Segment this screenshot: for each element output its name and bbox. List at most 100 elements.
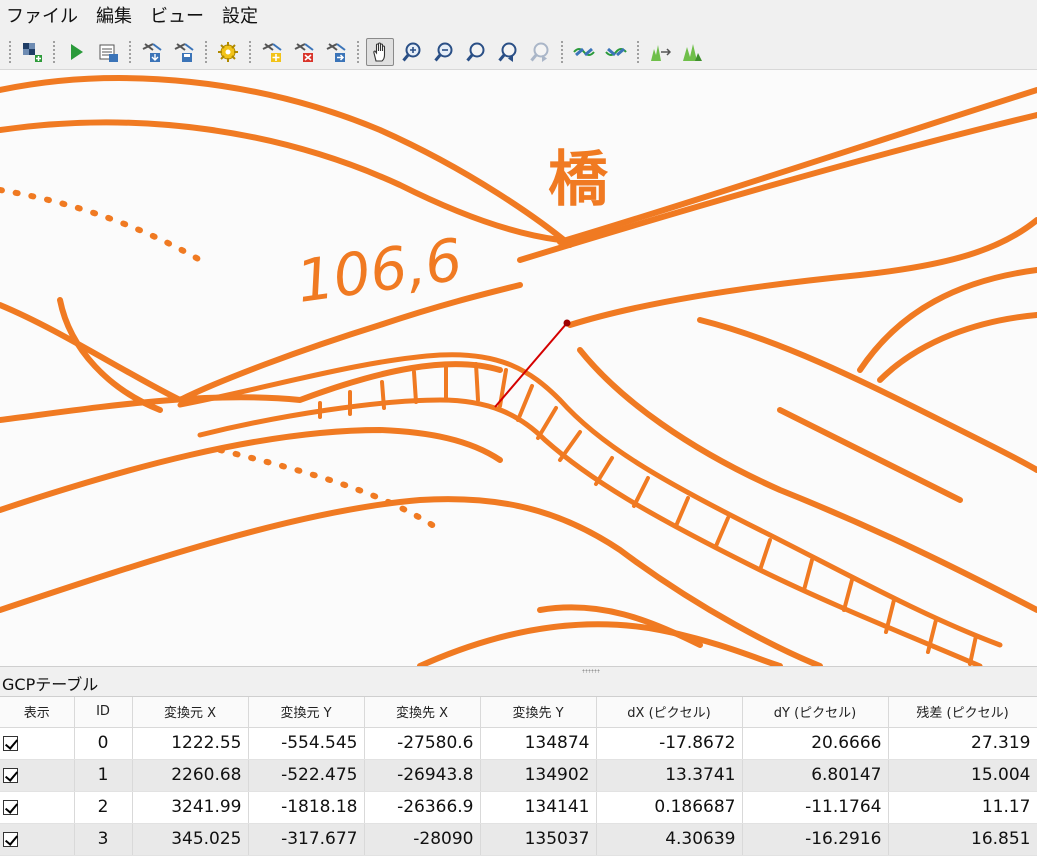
column-header[interactable]: dY (ピクセル) bbox=[742, 697, 889, 728]
zoom-out-button[interactable] bbox=[430, 38, 458, 66]
menu-file[interactable]: ファイル bbox=[6, 0, 78, 34]
column-header[interactable]: ID bbox=[74, 697, 133, 728]
column-header[interactable]: dX (ピクセル) bbox=[596, 697, 743, 728]
link-georeferencer-to-qgis-icon bbox=[573, 47, 595, 56]
panel-splitter[interactable] bbox=[0, 666, 1037, 674]
zoom-last-button[interactable] bbox=[494, 38, 522, 66]
gcp-row[interactable]: 0 1222.55 -554.545 -27580.6 134874 -17.8672 20… bbox=[0, 727, 1037, 760]
column-header[interactable]: 変換元 Y bbox=[248, 697, 365, 728]
embankment-bead bbox=[594, 456, 614, 486]
column-header[interactable]: 変換先 X bbox=[364, 697, 481, 728]
toolbar-grip[interactable] bbox=[52, 39, 56, 64]
splitter-grip bbox=[582, 669, 600, 673]
cell-src-y[interactable]: -522.475 bbox=[248, 759, 365, 792]
cell-residual[interactable]: 15.004 bbox=[888, 759, 1037, 792]
cell-dy[interactable]: -16.2916 bbox=[742, 823, 889, 856]
enabled-checkbox[interactable] bbox=[3, 831, 18, 847]
cell-src-y[interactable]: -554.545 bbox=[248, 727, 365, 760]
cell-dst-y[interactable]: 134902 bbox=[480, 759, 597, 792]
link-qgis-to-georeferencer-button[interactable] bbox=[602, 38, 630, 66]
cell-dy[interactable]: -11.1764 bbox=[742, 791, 889, 824]
move-gcp-point-button[interactable] bbox=[322, 38, 350, 66]
cell-dst-x[interactable]: -27580.6 bbox=[364, 727, 481, 760]
link-georeferencer-to-qgis-button[interactable] bbox=[570, 38, 598, 66]
column-header[interactable]: 変換元 X bbox=[132, 697, 249, 728]
cell-src-y[interactable]: -317.677 bbox=[248, 823, 365, 856]
cell-residual[interactable]: 27.319 bbox=[888, 727, 1037, 760]
menu-edit[interactable]: 編集 bbox=[96, 0, 132, 34]
cell-id[interactable]: 0 bbox=[74, 727, 133, 760]
cell-src-x[interactable]: 1222.55 bbox=[132, 727, 249, 760]
toolbar-grip[interactable] bbox=[128, 39, 132, 64]
save-gcp-points-button[interactable] bbox=[170, 38, 198, 66]
toolbar-grip[interactable] bbox=[248, 39, 252, 64]
column-header[interactable]: 変換先 Y bbox=[480, 697, 597, 728]
enabled-cell bbox=[0, 823, 75, 856]
gcp-table-title: GCPテーブル bbox=[2, 675, 99, 694]
transformation-settings-button[interactable] bbox=[214, 38, 242, 66]
toolbar-grip[interactable] bbox=[8, 39, 12, 64]
contour-line bbox=[697, 317, 1037, 473]
cell-dy[interactable]: 6.80147 bbox=[742, 759, 889, 792]
cell-dx[interactable]: 13.3741 bbox=[596, 759, 743, 792]
delete-point-icon bbox=[294, 42, 314, 62]
zoom-in-button[interactable] bbox=[398, 38, 426, 66]
cell-dx[interactable]: 0.186687 bbox=[596, 791, 743, 824]
toolbar-grip[interactable] bbox=[560, 39, 564, 64]
enabled-cell bbox=[0, 727, 75, 760]
menu-view[interactable]: ビュー bbox=[150, 0, 204, 34]
toolbar-grip[interactable] bbox=[636, 39, 640, 64]
cell-residual[interactable]: 16.851 bbox=[888, 823, 1037, 856]
gcp-row[interactable]: 2 3241.99 -1818.18 -26366.9 134141 0.186687 -1… bbox=[0, 791, 1037, 824]
pan-button[interactable] bbox=[366, 37, 394, 66]
toolbar-grip[interactable] bbox=[204, 39, 208, 64]
cell-id[interactable]: 3 bbox=[74, 823, 133, 856]
enabled-checkbox[interactable] bbox=[3, 799, 18, 815]
cell-residual[interactable]: 11.17 bbox=[888, 791, 1037, 824]
enabled-checkbox[interactable] bbox=[3, 735, 18, 751]
full-histogram-stretch-button[interactable] bbox=[646, 38, 674, 66]
enabled-checkbox[interactable] bbox=[3, 767, 18, 783]
transformation-settings-icon bbox=[218, 41, 238, 62]
cell-id[interactable]: 2 bbox=[74, 791, 133, 824]
local-histogram-stretch-button[interactable] bbox=[678, 38, 706, 66]
cell-src-x[interactable]: 345.025 bbox=[132, 823, 249, 856]
zoom-next-button[interactable] bbox=[526, 38, 554, 66]
embankment-bead bbox=[632, 476, 650, 508]
generate-gdal-script-icon bbox=[99, 44, 118, 62]
enabled-cell bbox=[0, 759, 75, 792]
cell-dst-y[interactable]: 134874 bbox=[480, 727, 597, 760]
cell-src-y[interactable]: -1818.18 bbox=[248, 791, 365, 824]
cell-dst-x[interactable]: -26366.9 bbox=[364, 791, 481, 824]
cell-id[interactable]: 1 bbox=[74, 759, 133, 792]
kanji-label: 橋 bbox=[548, 145, 609, 215]
load-gcp-points-button[interactable] bbox=[138, 38, 166, 66]
cell-src-x[interactable]: 2260.68 bbox=[132, 759, 249, 792]
cell-dst-y[interactable]: 135037 bbox=[480, 823, 597, 856]
gcp-row[interactable]: 3 345.025 -317.677 -28090 135037 4.30639 -16.2… bbox=[0, 823, 1037, 856]
open-raster-button[interactable] bbox=[18, 38, 46, 66]
menu-settings[interactable]: 設定 bbox=[222, 0, 258, 34]
column-header[interactable]: 残差 (ピクセル) bbox=[888, 697, 1037, 728]
zoom-to-layer-button[interactable] bbox=[462, 38, 490, 66]
delete-point-button[interactable] bbox=[290, 38, 318, 66]
embankment-bead bbox=[842, 578, 854, 612]
gcp-point[interactable] bbox=[563, 319, 571, 327]
dotted-contour bbox=[217, 447, 443, 533]
toolbar-grip[interactable] bbox=[356, 39, 360, 64]
cell-src-x[interactable]: 3241.99 bbox=[132, 791, 249, 824]
map-canvas[interactable]: 106,6 橋 bbox=[0, 70, 1037, 666]
cell-dst-x[interactable]: -28090 bbox=[364, 823, 481, 856]
enabled-cell bbox=[0, 791, 75, 824]
start-georeferencing-button[interactable] bbox=[62, 38, 90, 66]
cell-dx[interactable]: 4.30639 bbox=[596, 823, 743, 856]
column-header[interactable]: 表示 bbox=[0, 697, 75, 728]
gcp-row[interactable]: 1 2260.68 -522.475 -26943.8 134902 13.3741 6.8… bbox=[0, 759, 1037, 792]
add-point-button[interactable] bbox=[258, 38, 286, 66]
cell-dx[interactable]: -17.8672 bbox=[596, 727, 743, 760]
generate-gdal-script-button[interactable] bbox=[94, 38, 122, 66]
cell-dst-y[interactable]: 134141 bbox=[480, 791, 597, 824]
open-raster-icon bbox=[23, 42, 42, 62]
cell-dy[interactable]: 20.6666 bbox=[742, 727, 889, 760]
cell-dst-x[interactable]: -26943.8 bbox=[364, 759, 481, 792]
